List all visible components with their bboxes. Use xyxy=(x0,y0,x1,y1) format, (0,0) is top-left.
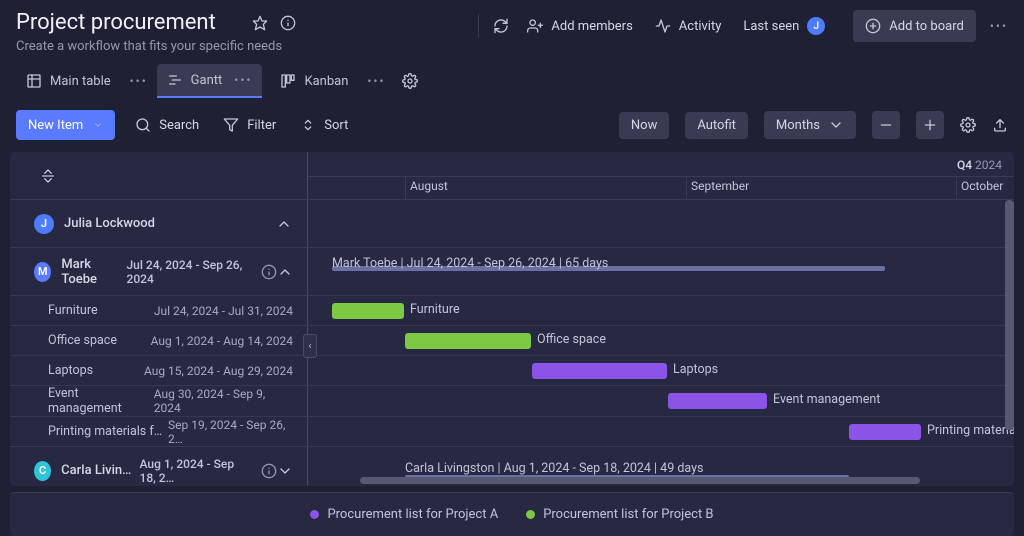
gantt-bar[interactable] xyxy=(532,363,667,379)
gantt-task-row[interactable]: Event managementAug 30, 2024 - Sep 9, 20… xyxy=(10,386,1014,417)
avatar: M xyxy=(34,262,51,282)
quarter-label: Q4 2024 xyxy=(957,158,1002,172)
chevron-up-icon[interactable] xyxy=(275,216,293,232)
table-icon xyxy=(26,73,42,89)
page-title: Project procurement xyxy=(16,10,216,35)
group-dates: Aug 1, 2024 - Sep 18, 2… xyxy=(140,457,254,485)
gantt-icon xyxy=(167,72,183,88)
tab-more-icon[interactable]: ••• xyxy=(129,71,149,91)
gear-icon[interactable] xyxy=(960,117,976,133)
month-label: October xyxy=(961,179,1003,193)
kanban-icon xyxy=(280,73,296,89)
tab-kanban[interactable]: Kanban xyxy=(270,65,358,97)
group-owner: Carla Livings… xyxy=(61,463,133,478)
export-icon[interactable] xyxy=(992,117,1008,133)
sort-button[interactable]: Sort xyxy=(296,113,352,137)
search-button[interactable]: Search xyxy=(131,113,203,137)
gantt-task-row[interactable]: FurnitureJul 24, 2024 - Jul 31, 2024 Fur… xyxy=(10,296,1014,326)
minus-icon xyxy=(878,117,894,133)
chevron-down-icon xyxy=(828,117,844,133)
legend-item: Procurement list for Project A xyxy=(310,507,498,522)
chevron-down-icon[interactable] xyxy=(277,463,293,479)
gantt-task-row[interactable]: Printing materials for lea…Sep 19, 2024 … xyxy=(10,417,1014,447)
vertical-scrollbar[interactable] xyxy=(1005,200,1014,486)
autofit-button[interactable]: Autofit xyxy=(685,112,748,139)
gantt-task-row[interactable]: LaptopsAug 15, 2024 - Aug 29, 2024 Lapto… xyxy=(10,356,1014,386)
legend-dot-purple xyxy=(310,510,319,519)
group-owner: Julia Lockwood xyxy=(64,216,155,231)
plus-icon xyxy=(922,117,938,133)
gantt-bar[interactable] xyxy=(668,393,767,409)
legend-dot-green xyxy=(526,510,535,519)
tab-gantt[interactable]: Gantt ••• xyxy=(157,64,263,98)
avatar: J xyxy=(807,17,825,35)
legend-item: Procurement list for Project B xyxy=(526,507,713,522)
add-members-icon xyxy=(527,18,543,34)
plus-circle-icon xyxy=(865,18,881,34)
legend: Procurement list for Project A Procureme… xyxy=(10,492,1014,536)
new-item-button[interactable]: New Item xyxy=(16,110,115,140)
avatar: J xyxy=(34,214,54,234)
add-members-button[interactable]: Add members xyxy=(523,14,636,38)
timescale-select[interactable]: Months xyxy=(764,111,856,139)
month-label: September xyxy=(691,179,749,193)
now-button[interactable]: Now xyxy=(619,112,669,139)
group-owner: Mark Toebe xyxy=(61,257,120,287)
page-header: Project procurement Create a workflow th… xyxy=(0,0,1024,58)
timeline-header: Q4 2024 August September October xyxy=(308,152,1014,199)
gantt-group-row[interactable]: J Julia Lockwood xyxy=(10,200,1014,248)
settings-icon[interactable] xyxy=(402,73,418,89)
tab-kanban-more-icon[interactable]: ••• xyxy=(366,71,386,91)
sort-icon xyxy=(300,117,316,133)
search-icon xyxy=(135,117,151,133)
filter-icon xyxy=(223,117,239,133)
info-icon[interactable] xyxy=(261,463,277,479)
chevron-up-icon[interactable] xyxy=(277,264,293,280)
sync-icon[interactable] xyxy=(493,18,509,34)
tab-gantt-more-icon[interactable]: ••• xyxy=(234,73,252,87)
group-dates: Jul 24, 2024 - Sep 26, 2024 xyxy=(127,258,253,286)
more-icon[interactable]: ••• xyxy=(990,19,1008,33)
gantt-group-row[interactable]: M Mark Toebe Jul 24, 2024 - Sep 26, 2024… xyxy=(10,248,1014,296)
gantt-bar[interactable] xyxy=(849,424,921,440)
info-icon[interactable] xyxy=(280,15,296,31)
toolbar: New Item Search Filter Sort Now Autofit … xyxy=(0,98,1024,152)
expand-rows-icon[interactable] xyxy=(40,168,56,184)
view-tabs: Main table ••• Gantt ••• Kanban ••• xyxy=(0,64,1024,98)
gantt-summary-label: Mark Toebe | Jul 24, 2024 - Sep 26, 2024… xyxy=(332,256,608,271)
page-subtitle: Create a workflow that fits your specifi… xyxy=(16,39,296,54)
last-seen-button[interactable]: Last seen J xyxy=(739,13,839,39)
info-icon[interactable] xyxy=(261,264,277,280)
collapse-sidebar-button[interactable]: ‹ xyxy=(303,334,317,358)
gantt-task-row[interactable]: Office spaceAug 1, 2024 - Aug 14, 2024 O… xyxy=(10,326,1014,356)
activity-button[interactable]: Activity xyxy=(651,14,726,38)
tab-main-table[interactable]: Main table xyxy=(16,65,121,97)
chevron-down-icon xyxy=(93,117,103,133)
zoom-in-button[interactable] xyxy=(916,111,944,139)
star-icon[interactable] xyxy=(252,15,268,31)
add-to-board-button[interactable]: Add to board xyxy=(853,10,976,42)
activity-icon xyxy=(655,18,671,34)
zoom-out-button[interactable] xyxy=(872,111,900,139)
filter-button[interactable]: Filter xyxy=(219,113,280,137)
avatar: C xyxy=(34,461,51,481)
gantt-bar[interactable] xyxy=(405,333,531,349)
month-label: August xyxy=(410,179,448,193)
horizontal-scrollbar[interactable] xyxy=(310,477,1010,484)
gantt-chart: Q4 2024 August September October J Julia… xyxy=(10,152,1014,486)
gantt-bar[interactable] xyxy=(332,303,404,319)
gantt-summary-label: Carla Livingston | Aug 1, 2024 - Sep 18,… xyxy=(405,461,703,476)
